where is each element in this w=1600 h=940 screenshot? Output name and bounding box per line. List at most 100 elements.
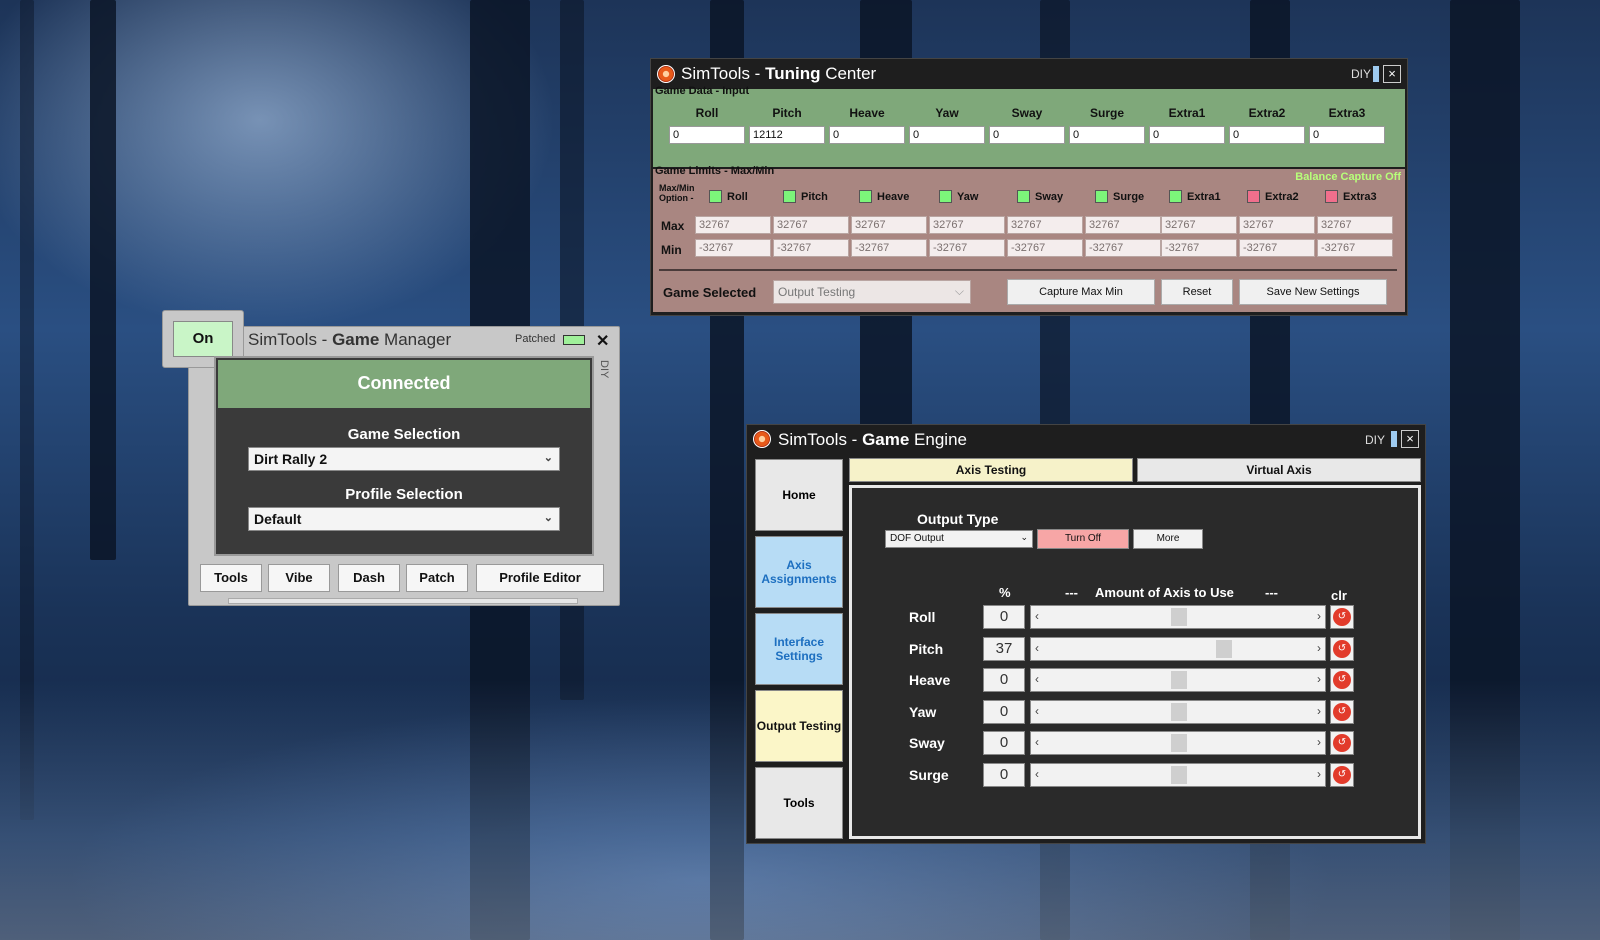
clear-button-yaw[interactable]: ↺ — [1330, 699, 1354, 724]
tools-button[interactable]: Tools — [200, 564, 262, 592]
max-value-heave[interactable]: 32767 — [851, 216, 927, 234]
checkbox-yaw[interactable]: Yaw — [939, 190, 978, 204]
close-button[interactable]: × — [1383, 65, 1401, 83]
nav-home[interactable]: Home — [755, 459, 843, 531]
min-value-extra2[interactable]: -32767 — [1239, 239, 1315, 257]
output-type-dropdown[interactable]: DOF Output ⌄ — [885, 530, 1033, 548]
axis-slider-surge[interactable]: ‹ › — [1030, 762, 1326, 787]
max-value-extra2[interactable]: 32767 — [1239, 216, 1315, 234]
max-value-roll[interactable]: 32767 — [695, 216, 771, 234]
tab-axis-testing[interactable]: Axis Testing — [849, 458, 1133, 482]
game-selected-dropdown[interactable]: Output Testing ⌵ — [773, 280, 971, 304]
slider-thumb[interactable] — [1171, 608, 1187, 626]
checkbox-sway[interactable]: Sway — [1017, 190, 1063, 204]
capture-max-min-button[interactable]: Capture Max Min — [1007, 279, 1155, 305]
axis-slider-roll[interactable]: ‹ › — [1030, 605, 1326, 629]
chevron-right-icon[interactable]: › — [1317, 767, 1321, 781]
axis-percent-surge[interactable]: 0 — [983, 762, 1025, 787]
clear-button-roll[interactable]: ↺ — [1330, 605, 1354, 629]
chevron-left-icon[interactable]: ‹ — [1035, 767, 1039, 781]
on-button[interactable]: On — [173, 321, 233, 357]
patch-button[interactable]: Patch — [406, 564, 468, 592]
input-value-sway[interactable]: 0 — [989, 126, 1065, 144]
game-selection-dropdown[interactable]: Dirt Rally 2 ⌄ — [248, 447, 560, 471]
chevron-right-icon[interactable]: › — [1317, 609, 1321, 623]
input-value-extra1[interactable]: 0 — [1149, 126, 1225, 144]
close-icon[interactable]: ✕ — [596, 331, 609, 351]
min-value-extra1[interactable]: -32767 — [1161, 239, 1237, 257]
nav-axis-assignments[interactable]: Axis Assignments — [755, 536, 843, 608]
checkbox-extra1[interactable]: Extra1 — [1169, 190, 1221, 204]
axis-slider-yaw[interactable]: ‹ › — [1030, 699, 1326, 724]
clear-button-heave[interactable]: ↺ — [1330, 668, 1354, 692]
nav-tools[interactable]: Tools — [755, 767, 843, 839]
chevron-left-icon[interactable]: ‹ — [1035, 641, 1039, 655]
max-value-extra3[interactable]: 32767 — [1317, 216, 1393, 234]
minimize-button[interactable] — [1391, 431, 1397, 447]
axis-percent-roll[interactable]: 0 — [983, 605, 1025, 629]
axis-slider-sway[interactable]: ‹ › — [1030, 731, 1326, 755]
save-new-settings-button[interactable]: Save New Settings — [1239, 279, 1387, 305]
more-button[interactable]: More — [1133, 529, 1203, 549]
slider-thumb[interactable] — [1171, 765, 1187, 784]
axis-percent-heave[interactable]: 0 — [983, 668, 1025, 692]
input-value-extra3[interactable]: 0 — [1309, 126, 1385, 144]
max-value-yaw[interactable]: 32767 — [929, 216, 1005, 234]
nav-output-testing[interactable]: Output Testing — [755, 690, 843, 762]
clear-button-surge[interactable]: ↺ — [1330, 762, 1354, 787]
min-value-sway[interactable]: -32767 — [1007, 239, 1083, 257]
nav-interface-settings[interactable]: Interface Settings — [755, 613, 843, 685]
clear-button-pitch[interactable]: ↺ — [1330, 636, 1354, 661]
checkbox-heave[interactable]: Heave — [859, 190, 909, 204]
axis-slider-pitch[interactable]: ‹ › — [1030, 636, 1326, 661]
input-value-extra2[interactable]: 0 — [1229, 126, 1305, 144]
slider-thumb[interactable] — [1171, 702, 1187, 721]
clear-button-sway[interactable]: ↺ — [1330, 731, 1354, 755]
min-value-extra3[interactable]: -32767 — [1317, 239, 1393, 257]
chevron-left-icon[interactable]: ‹ — [1035, 609, 1039, 623]
chevron-left-icon[interactable]: ‹ — [1035, 672, 1039, 686]
slider-thumb[interactable] — [1171, 671, 1187, 689]
input-value-yaw[interactable]: 0 — [909, 126, 985, 144]
min-value-yaw[interactable]: -32767 — [929, 239, 1005, 257]
slider-thumb[interactable] — [1171, 734, 1187, 752]
input-value-pitch[interactable]: 12112 — [749, 126, 825, 144]
checkbox-extra2[interactable]: Extra2 — [1247, 190, 1299, 204]
max-value-sway[interactable]: 32767 — [1007, 216, 1083, 234]
axis-percent-yaw[interactable]: 0 — [983, 699, 1025, 724]
tab-virtual-axis[interactable]: Virtual Axis — [1137, 458, 1421, 482]
min-value-roll[interactable]: -32767 — [695, 239, 771, 257]
horizontal-scrollbar[interactable] — [228, 598, 578, 604]
checkbox-extra3[interactable]: Extra3 — [1325, 190, 1377, 204]
vibe-button[interactable]: Vibe — [268, 564, 330, 592]
profile-selection-dropdown[interactable]: Default ⌄ — [248, 507, 560, 531]
close-button[interactable]: × — [1401, 430, 1419, 448]
chevron-right-icon[interactable]: › — [1317, 704, 1321, 718]
minimize-button[interactable] — [1373, 66, 1379, 82]
min-value-pitch[interactable]: -32767 — [773, 239, 849, 257]
input-value-roll[interactable]: 0 — [669, 126, 745, 144]
max-value-pitch[interactable]: 32767 — [773, 216, 849, 234]
chevron-right-icon[interactable]: › — [1317, 641, 1321, 655]
dash-button[interactable]: Dash — [338, 564, 400, 592]
input-value-heave[interactable]: 0 — [829, 126, 905, 144]
input-value-surge[interactable]: 0 — [1069, 126, 1145, 144]
min-value-heave[interactable]: -32767 — [851, 239, 927, 257]
chevron-left-icon[interactable]: ‹ — [1035, 735, 1039, 749]
chevron-right-icon[interactable]: › — [1317, 735, 1321, 749]
axis-slider-heave[interactable]: ‹ › — [1030, 668, 1326, 692]
axis-percent-sway[interactable]: 0 — [983, 731, 1025, 755]
profile-editor-button[interactable]: Profile Editor — [476, 564, 604, 592]
turn-off-button[interactable]: Turn Off — [1037, 529, 1129, 549]
chevron-right-icon[interactable]: › — [1317, 672, 1321, 686]
min-value-surge[interactable]: -32767 — [1085, 239, 1161, 257]
slider-thumb[interactable] — [1216, 639, 1233, 658]
checkbox-surge[interactable]: Surge — [1095, 190, 1144, 204]
chevron-left-icon[interactable]: ‹ — [1035, 704, 1039, 718]
max-value-extra1[interactable]: 32767 — [1161, 216, 1237, 234]
checkbox-roll[interactable]: Roll — [709, 190, 748, 204]
axis-percent-pitch[interactable]: 37 — [983, 636, 1025, 661]
reset-button[interactable]: Reset — [1161, 279, 1233, 305]
checkbox-pitch[interactable]: Pitch — [783, 190, 828, 204]
max-value-surge[interactable]: 32767 — [1085, 216, 1161, 234]
